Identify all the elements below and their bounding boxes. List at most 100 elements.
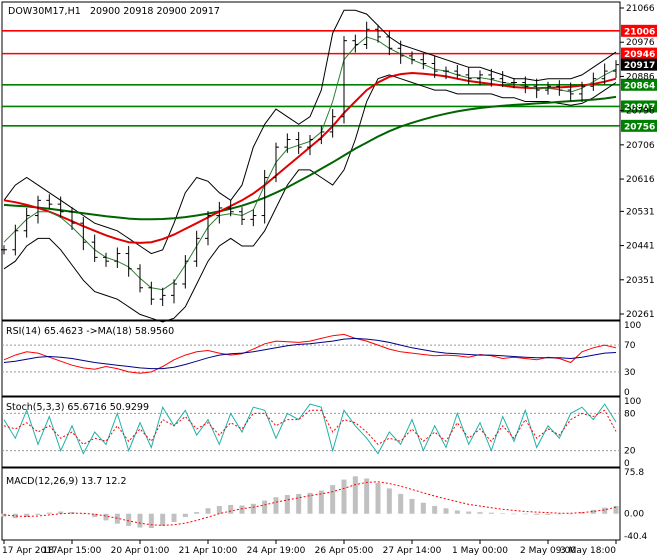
price-bar (46, 194, 53, 209)
rsi-line (3, 333, 617, 374)
level-tag-text: 20946 (624, 50, 655, 60)
macd-hist-bar (228, 504, 234, 514)
price-bar (80, 217, 87, 251)
y-tick-label: 20351 (626, 276, 655, 286)
macd-hist-bar (103, 513, 109, 521)
macd-hist-bar (239, 505, 245, 514)
price-bar (250, 209, 257, 227)
y-tick-label: 20796 (626, 107, 655, 117)
macd-hist-bar (488, 512, 494, 514)
macd-hist-bar (35, 513, 41, 515)
macd-hist-bar (409, 498, 415, 514)
macd-hist-bar (216, 506, 222, 514)
macd-label: MACD(12,26,9) 13.7 12.2 (6, 476, 127, 487)
macd-hist-bar (556, 513, 562, 515)
macd-hist-bar (375, 482, 381, 514)
price-bar (363, 21, 370, 50)
price-bar (23, 207, 30, 238)
price-bar (103, 252, 109, 267)
price-pane (1, 1, 621, 321)
macd-hist-bar (194, 512, 200, 514)
x-tick-label: 1 May 00:00 (452, 546, 508, 556)
ma-fast-line (3, 36, 617, 291)
macd-hist-bar (262, 500, 268, 514)
header-symbol: DOW30M17,H1 (8, 6, 81, 17)
rsi-label: RSI(14) 65.4623 ->MA(18) 58.9560 (6, 326, 174, 337)
macd-tick-label: 75.8 (624, 468, 644, 478)
price-bar (295, 131, 302, 154)
price-bar (284, 133, 291, 153)
stoch-label: Stoch(5,3,3) 65.6716 50.9299 (6, 402, 149, 413)
x-tick-label: 20 Apr 01:00 (111, 546, 170, 556)
y-tick-label: 20706 (626, 141, 655, 151)
macd-hist-bar (443, 508, 449, 514)
macd-hist-bar (284, 495, 290, 514)
macd-hist-bar (386, 488, 392, 514)
macd-hist-bar (534, 513, 540, 515)
macd-hist-bar (420, 502, 426, 514)
price-bar (125, 245, 132, 277)
price-series-group (1, 9, 620, 323)
macd-tick-label: -40.4 (624, 532, 648, 542)
macd-hist-bar (182, 513, 188, 518)
price-bar (159, 287, 166, 307)
header-ohlc: 20900 20918 20900 20917 (90, 6, 220, 17)
ma-green-line (3, 95, 617, 221)
price-bar (182, 255, 189, 289)
macd-hist-bar (160, 513, 166, 526)
macd-hist-bar (330, 485, 336, 514)
price-bar (352, 34, 359, 53)
level-tag-text: 20864 (624, 81, 655, 91)
macd-hist-bar (273, 497, 279, 514)
level-tag-text: 21006 (624, 27, 655, 37)
chart-canvas: 2100620946209172086420807207562106620976… (1, 1, 657, 556)
x-tick-label: 18 Apr 15:00 (43, 546, 102, 556)
macd-hist-bar (511, 513, 517, 515)
stoch-tick-label: 80 (624, 409, 636, 419)
macd-hist-bar (454, 510, 460, 514)
price-bar (137, 264, 143, 293)
level-tag-text: 20917 (624, 61, 655, 71)
rsi-tick-label: 30 (624, 368, 636, 378)
macd-hist-bar (46, 512, 52, 514)
macd-hist-bar (500, 513, 506, 514)
macd-hist-bar (205, 508, 211, 514)
y-tick-label: 20886 (626, 72, 655, 82)
y-tick-label: 20261 (626, 310, 655, 320)
price-bar (420, 53, 427, 70)
macd-hist-bar (341, 479, 347, 514)
x-tick-label: 3 May 18:00 (560, 546, 616, 556)
rsi-tick-label: 100 (624, 321, 641, 331)
bollinger-lower (3, 74, 617, 323)
macd-hist-bar (250, 503, 256, 514)
macd-hist-bar (364, 478, 370, 514)
macd-hist-bar (398, 493, 404, 514)
macd-hist-bar (171, 513, 177, 523)
y-tick-label: 20616 (626, 175, 655, 185)
rsi-series-group (2, 333, 620, 374)
price-bar (590, 72, 597, 91)
level-tag-text: 20756 (624, 122, 655, 132)
macd-hist-bar (432, 506, 438, 514)
price-bar (397, 40, 404, 64)
bollinger-upper (3, 9, 617, 255)
macd-hist-bar (148, 513, 154, 529)
macd-hist-bar (477, 512, 483, 514)
x-tick-label: 24 Apr 19:00 (247, 546, 306, 556)
macd-hist-bar (114, 513, 120, 524)
x-tick-label: 21 Apr 10:00 (179, 546, 238, 556)
rsi-tick-label: 70 (624, 341, 636, 351)
macd-tick-label: 0.00 (624, 510, 644, 520)
stoch-tick-label: 100 (624, 397, 641, 407)
rsi-ma-line (3, 337, 617, 370)
stoch-tick-label: 20 (624, 447, 636, 457)
x-tick-label: 26 Apr 05:00 (315, 546, 374, 556)
y-tick-label: 21066 (626, 4, 655, 14)
macd-hist-bar (296, 493, 302, 514)
macd-hist-bar (352, 476, 358, 514)
y-tick-label: 20976 (626, 38, 655, 48)
macd-hist-bar (466, 511, 472, 514)
price-bar (613, 60, 619, 78)
macd-hist-bar (137, 513, 143, 528)
price-bar (114, 247, 121, 269)
